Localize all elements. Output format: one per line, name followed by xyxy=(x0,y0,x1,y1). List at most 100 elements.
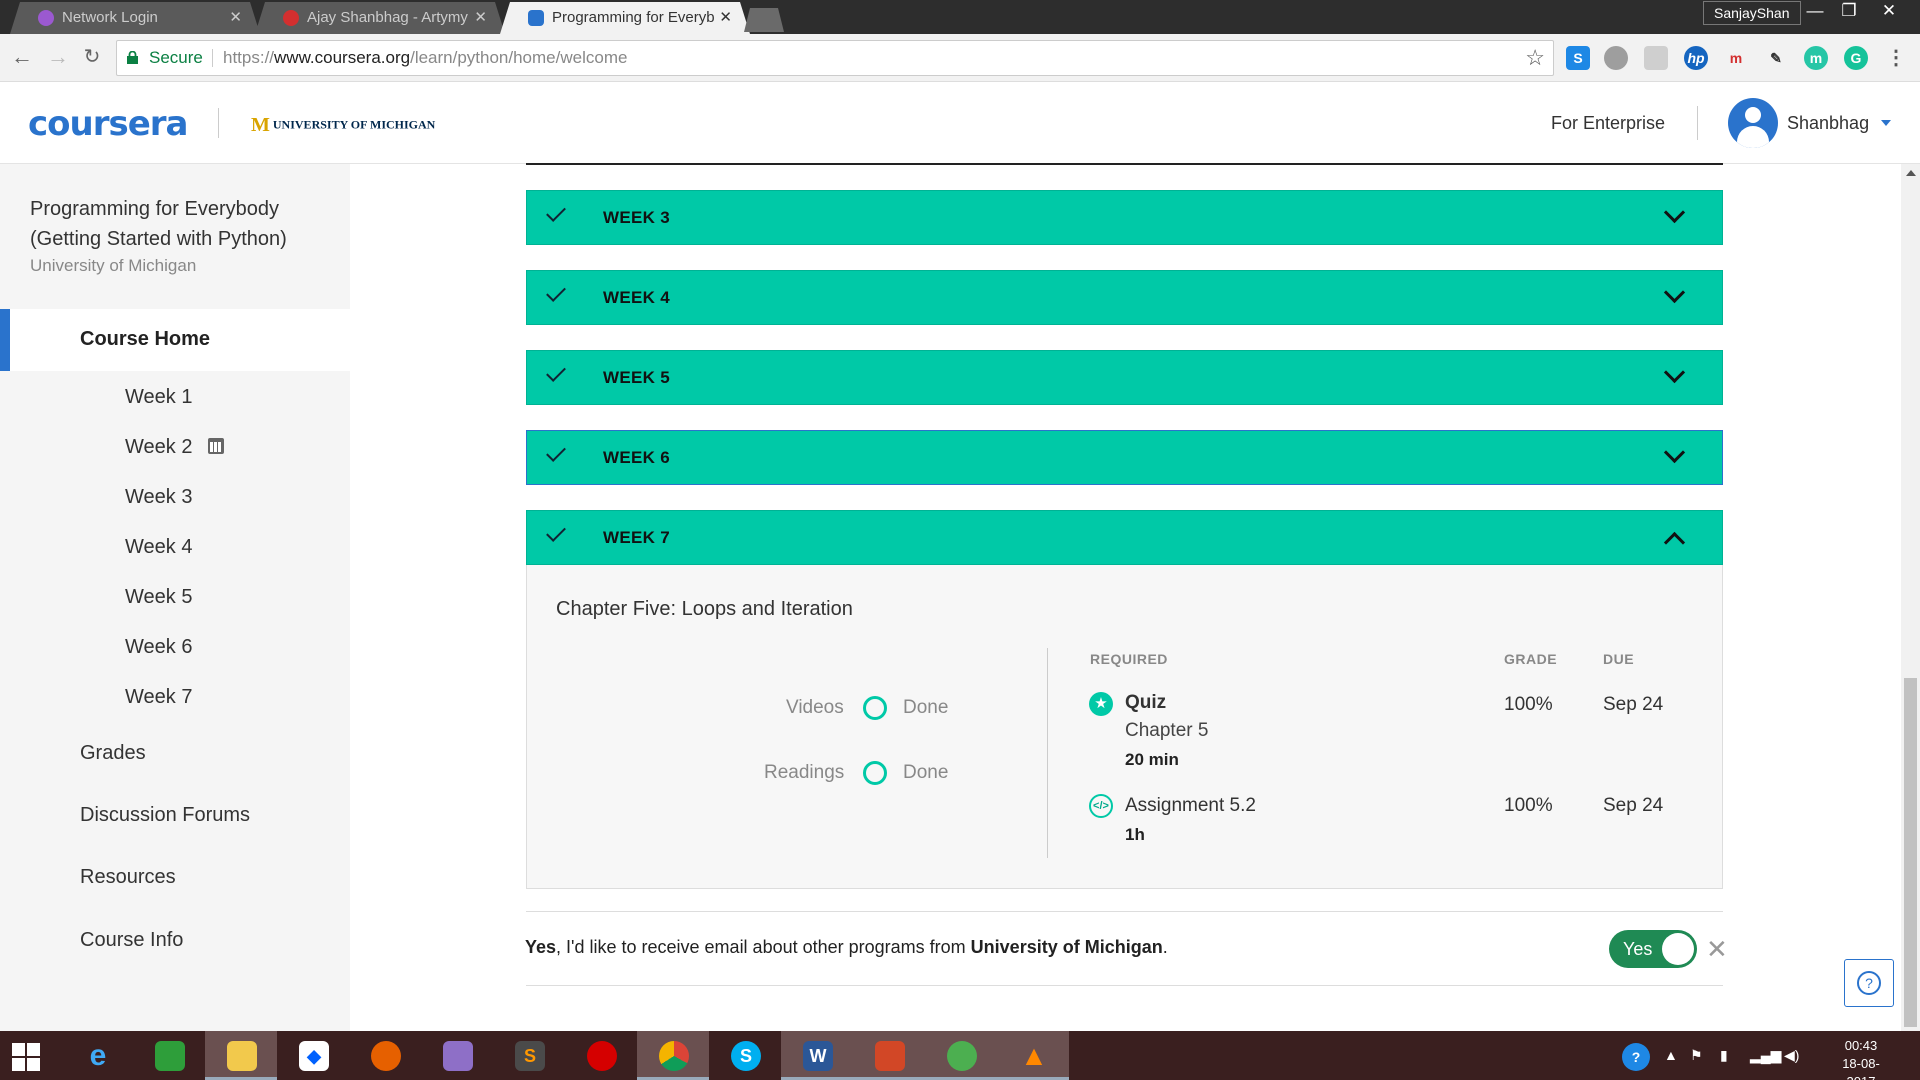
signal-icon[interactable]: ▂▄▆ xyxy=(1750,1047,1781,1064)
taskbar-powerpoint[interactable] xyxy=(853,1031,925,1080)
header-divider xyxy=(218,108,219,138)
sidebar-item-week-1[interactable]: Week 1 xyxy=(125,386,192,409)
help-tray-icon[interactable]: ? xyxy=(1622,1043,1650,1071)
address-bar[interactable]: Secure https://www.coursera.org/learn/py… xyxy=(116,40,1554,76)
taskbar-opera[interactable] xyxy=(565,1031,637,1080)
chevron-down-icon[interactable] xyxy=(1663,281,1686,304)
taskbar-sublime[interactable]: S xyxy=(493,1031,565,1080)
taskbar-ie[interactable]: e xyxy=(61,1031,133,1080)
chevron-down-icon[interactable] xyxy=(1663,361,1686,384)
close-window-button[interactable]: ✕ xyxy=(1872,0,1906,24)
assignment-title[interactable]: Assignment 5.2 xyxy=(1125,795,1256,817)
action-center-flag-icon[interactable]: ⚑ xyxy=(1690,1047,1703,1064)
sidebar-item-discussion-forums[interactable]: Discussion Forums xyxy=(80,804,250,827)
sidebar-item-week-6[interactable]: Week 6 xyxy=(125,636,192,659)
cloud-extension-icon[interactable] xyxy=(1604,46,1628,70)
taskbar-word[interactable]: W xyxy=(781,1031,853,1080)
taskbar-vlc[interactable]: ▲ xyxy=(997,1031,1069,1080)
calendar-icon xyxy=(208,438,224,454)
tab-coursera[interactable]: Programming for Everyb ✕ xyxy=(500,2,750,34)
help-button[interactable]: ? xyxy=(1844,959,1894,1007)
taskbar-firefox[interactable] xyxy=(349,1031,421,1080)
taskbar-store[interactable] xyxy=(133,1031,205,1080)
close-tab-icon[interactable]: ✕ xyxy=(229,2,242,34)
taskbar-visual-studio[interactable] xyxy=(421,1031,493,1080)
taskbar-chrome[interactable] xyxy=(637,1031,709,1080)
minimize-button[interactable]: — xyxy=(1798,0,1832,24)
sidebar-item-week-5[interactable]: Week 5 xyxy=(125,586,192,609)
url-text[interactable]: https://www.coursera.org/learn/python/ho… xyxy=(223,41,627,75)
sidebar-item-week-2[interactable]: Week 2 xyxy=(125,436,192,459)
week-4-header[interactable]: WEEK 4 xyxy=(526,270,1723,325)
sidebar-item-resources[interactable]: Resources xyxy=(80,866,176,889)
sidebar-item-grades[interactable]: Grades xyxy=(80,742,146,765)
windows-start-icon[interactable] xyxy=(12,1043,40,1071)
user-name[interactable]: Shanbhag xyxy=(1787,113,1869,134)
progress-ring-icon xyxy=(863,761,887,785)
coursera-logo[interactable]: coursera xyxy=(28,104,188,144)
course-sidebar: Programming for Everybody (Getting Start… xyxy=(0,164,350,1031)
opera-icon xyxy=(587,1041,617,1071)
grammarly-extension-icon[interactable]: G xyxy=(1844,46,1868,70)
user-avatar-icon[interactable] xyxy=(1728,98,1778,148)
skype-extension-icon[interactable]: S xyxy=(1566,46,1590,70)
forward-icon[interactable]: → xyxy=(46,46,70,70)
tab-artymy[interactable]: Ajay Shanbhag - Artymy ✕ xyxy=(255,2,505,34)
sidebar-item-week-3[interactable]: Week 3 xyxy=(125,486,192,509)
email-optin-text: Yes, I'd like to receive email about oth… xyxy=(525,937,1168,958)
for-enterprise-link[interactable]: For Enterprise xyxy=(1551,113,1665,134)
section-divider xyxy=(526,163,1723,165)
menu-dots-icon[interactable]: ⋮ xyxy=(1884,46,1908,70)
reload-icon[interactable]: ↻ xyxy=(80,46,104,70)
week-7-header[interactable]: WEEK 7 xyxy=(526,510,1723,565)
tab-network-login[interactable]: Network Login ✕ xyxy=(10,2,260,34)
taskbar-skype[interactable]: S xyxy=(709,1031,781,1080)
week-5-header[interactable]: WEEK 5 xyxy=(526,350,1723,405)
taskbar-dropbox[interactable]: ◆ xyxy=(277,1031,349,1080)
clock[interactable]: 00:43 18-08-2017 xyxy=(1830,1037,1892,1080)
week-3-header[interactable]: WEEK 3 xyxy=(526,190,1723,245)
sidebar-item-course-info[interactable]: Course Info xyxy=(80,929,183,952)
chevron-down-icon[interactable] xyxy=(1663,441,1686,464)
sidebar-item-course-home[interactable]: Course Home xyxy=(0,309,350,371)
profile-chip[interactable]: SanjayShan xyxy=(1703,1,1801,25)
scrollbar-thumb[interactable] xyxy=(1904,678,1917,1027)
store-icon xyxy=(155,1041,185,1071)
m-extension-icon[interactable]: m xyxy=(1804,46,1828,70)
page-scrollbar[interactable] xyxy=(1901,164,1920,1031)
mcafee-extension-icon[interactable]: m xyxy=(1724,46,1748,70)
check-icon xyxy=(546,362,566,382)
university-logo[interactable]: M UNIVERSITY OF MICHIGAN xyxy=(251,114,435,137)
quiz-type[interactable]: Quiz xyxy=(1125,692,1166,714)
printer-extension-icon[interactable] xyxy=(1644,46,1668,70)
assignment-grade: 100% xyxy=(1504,795,1553,816)
sidebar-item-week-4[interactable]: Week 4 xyxy=(125,536,192,559)
chevron-down-icon[interactable] xyxy=(1663,201,1686,224)
restore-button[interactable]: ❐ xyxy=(1832,0,1866,24)
pen-extension-icon[interactable]: ✎ xyxy=(1764,46,1788,70)
taskbar-explorer[interactable] xyxy=(205,1031,277,1080)
caret-down-icon[interactable] xyxy=(1881,120,1891,126)
bookmark-star-icon[interactable]: ☆ xyxy=(1525,41,1545,75)
sidebar-item-week-7[interactable]: Week 7 xyxy=(125,686,192,709)
email-optin-toggle[interactable]: Yes xyxy=(1609,930,1697,968)
close-tab-icon[interactable]: ✕ xyxy=(719,2,732,34)
chevron-up-icon[interactable] xyxy=(1663,531,1686,554)
course-title[interactable]: Programming for Everybody (Getting Start… xyxy=(30,194,330,254)
hp-extension-icon[interactable]: hp xyxy=(1684,46,1708,70)
back-icon[interactable]: ← xyxy=(10,46,34,70)
toggle-knob xyxy=(1662,933,1694,965)
chapter-title[interactable]: Chapter Five: Loops and Iteration xyxy=(556,598,853,621)
scroll-up-arrow-icon[interactable] xyxy=(1906,170,1916,176)
browser-toolbar: ← → ↻ Secure https://www.coursera.org/le… xyxy=(0,34,1920,82)
close-tab-icon[interactable]: ✕ xyxy=(474,2,487,34)
new-tab-button[interactable] xyxy=(744,8,784,32)
close-icon[interactable]: ✕ xyxy=(1706,934,1728,965)
volume-icon[interactable]: ◀) xyxy=(1784,1047,1799,1064)
battery-icon[interactable]: ▮ xyxy=(1720,1047,1728,1064)
taskbar-download-manager[interactable] xyxy=(925,1031,997,1080)
week-label: WEEK 7 xyxy=(603,528,670,547)
quiz-name[interactable]: Chapter 5 xyxy=(1125,720,1208,742)
week-6-header[interactable]: WEEK 6 xyxy=(526,430,1723,485)
show-hidden-icons-icon[interactable]: ▲ xyxy=(1664,1047,1678,1063)
